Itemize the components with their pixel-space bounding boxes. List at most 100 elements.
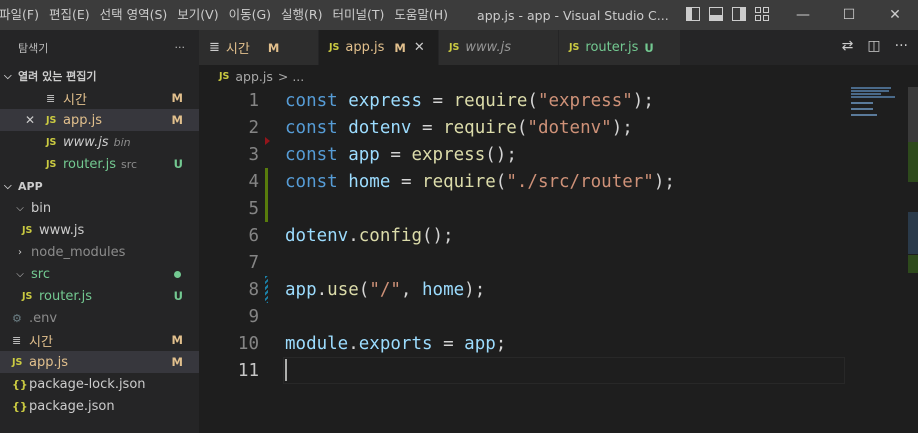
- open-editor-path: src: [121, 157, 138, 171]
- open-editors-label: 열려 있는 편집기: [18, 70, 97, 83]
- tab-router-js[interactable]: JS router.js U: [559, 30, 681, 65]
- js-icon: JS: [329, 42, 340, 53]
- menu-selection[interactable]: 선택 영역(S): [95, 0, 173, 30]
- window-controls: — ☐ ✕: [780, 0, 918, 30]
- customize-layout-icon[interactable]: [755, 7, 769, 21]
- json-icon: {}: [12, 399, 28, 413]
- menu-file[interactable]: 파일(F): [0, 0, 44, 30]
- menu-bar: 파일(F) 편집(E) 선택 영역(S) 보기(V) 이동(G) 실행(R) 터…: [0, 0, 453, 30]
- breadcrumb: JS app.js > ...: [199, 65, 918, 87]
- tree-folder-bin[interactable]: ⌵ bin: [0, 197, 199, 219]
- project-section[interactable]: ⌵ APP: [0, 175, 199, 197]
- code-line: 1 const express = require("express");: [199, 87, 918, 114]
- gear-icon: ⚙: [12, 311, 22, 325]
- line-number: 8: [248, 279, 259, 300]
- chevron-down-icon: ⌵: [16, 202, 24, 214]
- line-number: 7: [248, 252, 259, 273]
- js-icon: JS: [46, 158, 57, 170]
- close-window-button[interactable]: ✕: [872, 0, 918, 30]
- tree-file-sigan[interactable]: ≣ 시간 M: [0, 329, 199, 351]
- window-title: app.js - app - Visual Studio C...: [477, 7, 669, 23]
- overview-ruler[interactable]: [908, 87, 918, 433]
- tree-file-package[interactable]: {} package.json: [0, 395, 199, 417]
- close-icon[interactable]: ✕: [414, 40, 425, 55]
- file-label: package-lock.json: [29, 376, 146, 392]
- open-editor-label: app.js: [63, 112, 102, 128]
- minimize-button[interactable]: —: [780, 0, 826, 30]
- untracked-dot: [174, 270, 181, 278]
- tab-app-js[interactable]: JS app.js M ✕: [319, 30, 439, 65]
- file-label: .env: [29, 310, 58, 326]
- chevron-right-icon: ›: [18, 246, 22, 258]
- open-editor-item[interactable]: ≣ 시간 M: [0, 87, 199, 109]
- open-editor-item[interactable]: ✕ JS app.js M: [0, 109, 199, 131]
- close-icon[interactable]: ✕: [22, 113, 38, 127]
- tree-file-app[interactable]: JS app.js M: [0, 351, 199, 373]
- maximize-button[interactable]: ☐: [826, 0, 872, 30]
- tab-label: app.js: [345, 40, 385, 55]
- code-line: 11: [199, 357, 918, 384]
- file-label: 시간: [29, 334, 53, 350]
- tab-sigan[interactable]: ≣ 시간 M: [199, 30, 319, 65]
- code-line: 10 module.exports = app;: [199, 330, 918, 357]
- project-label: APP: [18, 179, 43, 193]
- modified-badge: M: [267, 40, 280, 55]
- split-editor-icon[interactable]: ◫: [867, 38, 880, 54]
- line-number: 6: [248, 225, 259, 246]
- menu-edit[interactable]: 편집(E): [44, 0, 95, 30]
- file-label: package.json: [29, 398, 115, 414]
- js-icon: JS: [219, 70, 230, 82]
- tree-file-www[interactable]: JS www.js: [0, 219, 199, 241]
- js-icon: JS: [12, 356, 23, 368]
- line-number: 5: [248, 198, 259, 219]
- open-editors-section[interactable]: ⌵ 열려 있는 편집기: [0, 65, 199, 87]
- open-editor-label: 시간: [63, 92, 87, 108]
- open-editor-label: www.js: [63, 134, 109, 150]
- line-number: 10: [237, 333, 259, 354]
- menu-view[interactable]: 보기(V): [172, 0, 223, 30]
- explorer-sidebar: 탐색기 ··· ⌵ 열려 있는 편집기 ≣ 시간 M ✕ JS app.js M…: [0, 30, 199, 433]
- code-line: 7: [199, 249, 918, 276]
- open-editor-item[interactable]: JS router.js src U: [0, 153, 199, 175]
- title-bar: 파일(F) 편집(E) 선택 영역(S) 보기(V) 이동(G) 실행(R) 터…: [0, 0, 918, 30]
- modified-badge: M: [171, 333, 183, 347]
- toggle-sidebar-icon[interactable]: [686, 7, 700, 21]
- folder-label: node_modules: [31, 244, 126, 260]
- list-icon: ≣: [12, 333, 22, 347]
- menu-terminal[interactable]: 터미널(T): [328, 0, 390, 30]
- tree-folder-src[interactable]: ⌵ src: [0, 263, 199, 285]
- tree-file-router[interactable]: JS router.js U: [0, 285, 199, 307]
- menu-run[interactable]: 실행(R): [276, 0, 327, 30]
- compare-changes-icon[interactable]: ⇄: [842, 38, 854, 54]
- menu-go[interactable]: 이동(G): [224, 0, 276, 30]
- tree-file-env[interactable]: ⚙ .env: [0, 307, 199, 329]
- toggle-secondary-sidebar-icon[interactable]: [732, 7, 746, 21]
- layout-controls: [686, 7, 769, 21]
- minimap[interactable]: [851, 87, 906, 127]
- js-icon: JS: [22, 224, 33, 236]
- js-icon: JS: [46, 136, 57, 148]
- file-label: router.js: [39, 288, 93, 304]
- explorer-title: 탐색기: [18, 41, 49, 55]
- explorer-more-button[interactable]: ···: [175, 41, 186, 54]
- code-editor[interactable]: 1 const express = require("express"); 2 …: [199, 87, 918, 433]
- menu-help[interactable]: 도움말(H): [389, 0, 453, 30]
- open-editor-path: bin: [113, 135, 131, 149]
- open-editor-item[interactable]: JS www.js bin: [0, 131, 199, 153]
- code-line: 3 const app = express();: [199, 141, 918, 168]
- more-actions-icon[interactable]: ···: [895, 38, 908, 54]
- untracked-badge: U: [644, 40, 654, 55]
- js-icon: JS: [569, 42, 580, 53]
- toggle-panel-icon[interactable]: [709, 7, 723, 21]
- tab-www-js[interactable]: JS www.js: [439, 30, 559, 65]
- line-number: 3: [248, 144, 259, 165]
- breadcrumb-file[interactable]: app.js: [235, 69, 273, 84]
- modified-badge: M: [394, 40, 406, 55]
- line-number: 9: [248, 306, 259, 327]
- breadcrumb-rest[interactable]: > ...: [278, 69, 304, 84]
- tree-file-package-lock[interactable]: {} package-lock.json: [0, 373, 199, 395]
- tree-folder-node-modules[interactable]: › node_modules: [0, 241, 199, 263]
- line-number: 2: [248, 117, 259, 138]
- list-icon: ≣: [209, 40, 220, 55]
- code-line: 4 const home = require("./src/router");: [199, 168, 918, 195]
